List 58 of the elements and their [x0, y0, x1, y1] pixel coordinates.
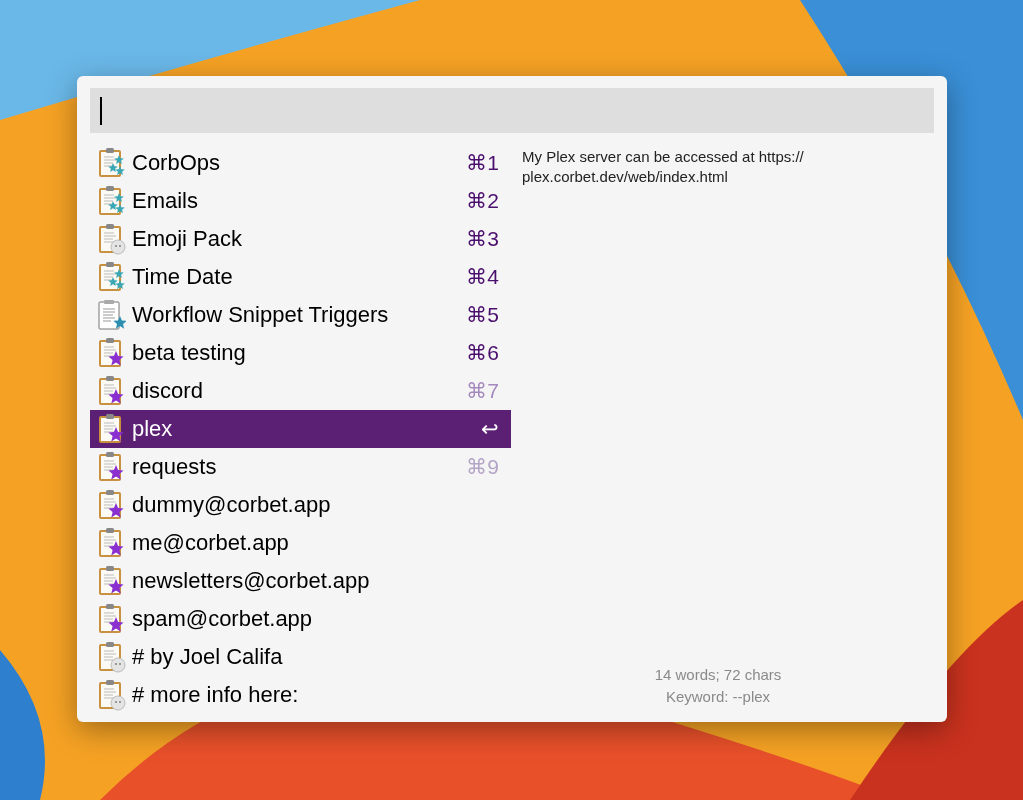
shortcut-label: ⌘7 — [466, 379, 499, 403]
snippet-name: beta testing — [132, 340, 247, 366]
snippet-item[interactable]: requests ⌘9 — [90, 448, 511, 486]
snippet-item[interactable]: me@corbet.app — [90, 524, 511, 562]
shortcut-label: ⌘1 — [466, 151, 499, 175]
word-count-label: 14 words; 72 chars — [654, 666, 782, 683]
clipboard-star-icon — [96, 526, 126, 560]
snippet-item[interactable]: Time Date ⌘4 — [90, 258, 511, 296]
snippet-item[interactable]: Workflow Snippet Triggers ⌘5 — [90, 296, 511, 334]
clipboard-star-icon — [96, 488, 126, 522]
clipboard-face-icon — [96, 678, 126, 712]
clipboard-star-icon — [96, 184, 126, 218]
clipboard-star-icon — [96, 336, 126, 370]
snippet-name: newsletters@corbet.app — [132, 568, 371, 594]
keyword-label: Keyword: --plex — [665, 688, 771, 705]
shortcut-label: ⌘5 — [466, 303, 499, 327]
snippet-item[interactable]: CorbOps ⌘1 — [90, 144, 511, 182]
shortcut-label: ⌘4 — [466, 265, 499, 289]
snippet-name: Emails — [132, 188, 199, 214]
snippet-name: Workflow Snippet Triggers — [132, 302, 390, 328]
clipboard-face-icon — [96, 640, 126, 674]
clipboard-star-icon — [96, 602, 126, 636]
clipboard-face-icon — [96, 222, 126, 256]
snippet-name: me@corbet.app — [132, 530, 290, 556]
snippet-item[interactable]: Emoji Pack ⌘3 — [90, 220, 511, 258]
snippet-name: Time Date — [132, 264, 234, 290]
search-field[interactable] — [90, 88, 934, 133]
clipboard-star-icon — [96, 260, 126, 294]
snippet-name: Emoji Pack — [132, 226, 244, 252]
clipboard-star-icon — [96, 374, 126, 408]
clipboard-star-icon — [96, 412, 126, 446]
snippet-name: spam@corbet.app — [132, 606, 314, 632]
snippet-name: CorbOps — [132, 150, 222, 176]
snippet-name: plex — [132, 416, 174, 442]
snippet-item[interactable]: plex ↩ — [90, 410, 511, 448]
shortcut-label: ⌘2 — [466, 189, 499, 213]
snippet-preview-text: My Plex server can be accessed at https:// plex.corbet.dev/web/index.html — [522, 147, 805, 187]
snippet-item[interactable]: dummy@corbet.app — [90, 486, 511, 524]
snippet-item[interactable]: Emails ⌘2 — [90, 182, 511, 220]
shortcut-label: ↩ — [481, 417, 499, 441]
shortcut-label: ⌘9 — [466, 455, 499, 479]
clipboard-star-icon — [96, 146, 126, 180]
snippet-item[interactable]: spam@corbet.app — [90, 600, 511, 638]
snippet-name: # by Joel Califa — [132, 644, 284, 670]
shortcut-label: ⌘3 — [466, 227, 499, 251]
snippet-name: discord — [132, 378, 204, 404]
snippet-name: dummy@corbet.app — [132, 492, 332, 518]
snippet-item[interactable]: # more info here: — [90, 676, 511, 714]
clipboard-star-icon — [96, 298, 126, 332]
clipboard-star-icon — [96, 564, 126, 598]
shortcut-label: ⌘6 — [466, 341, 499, 365]
clipboard-star-icon — [96, 450, 126, 484]
snippet-item[interactable]: newsletters@corbet.app — [90, 562, 511, 600]
snippet-name: requests — [132, 454, 218, 480]
snippet-item[interactable]: # by Joel Califa — [90, 638, 511, 676]
snippet-item[interactable]: beta testing ⌘6 — [90, 334, 511, 372]
snippet-item[interactable]: discord ⌘7 — [90, 372, 511, 410]
snippet-name: # more info here: — [132, 682, 300, 708]
